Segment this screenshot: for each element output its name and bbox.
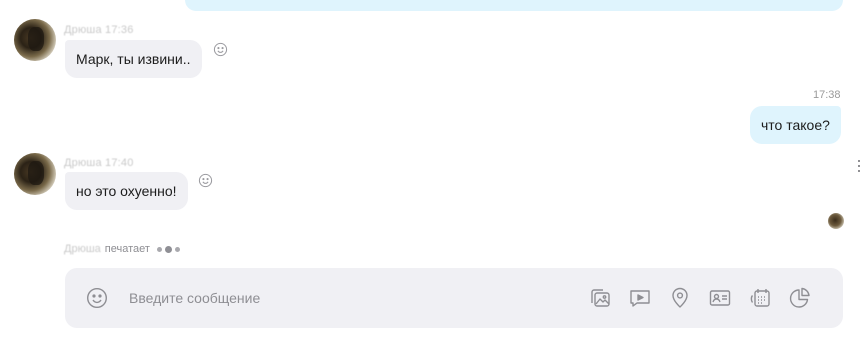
sender-name-time: Дрюша 17:36	[64, 24, 134, 36]
message-bubble-incoming[interactable]: Марк, ты извини..	[65, 40, 202, 78]
typing-user: Дрюша	[64, 243, 101, 255]
message-time: 17:38	[813, 89, 841, 101]
smile-icon[interactable]	[198, 173, 213, 188]
typing-dots-icon	[156, 245, 180, 253]
read-receipt-avatar	[828, 213, 844, 229]
emoji-icon[interactable]	[86, 287, 108, 309]
more-options-icon[interactable]	[857, 160, 861, 174]
message-composer	[65, 268, 843, 328]
message-text: Марк, ты извини..	[76, 51, 191, 67]
photo-icon[interactable]	[588, 286, 612, 310]
typing-indicator: Дрюша печатает	[64, 243, 180, 255]
typing-label: печатает	[104, 243, 150, 255]
location-icon[interactable]	[668, 286, 692, 310]
previous-outgoing-bubble	[185, 0, 843, 11]
message-bubble-outgoing[interactable]: что такое?	[750, 106, 841, 144]
contact-card-icon[interactable]	[708, 286, 732, 310]
message-input[interactable]	[129, 286, 569, 310]
message-bubble-incoming[interactable]: но это охуенно!	[65, 172, 188, 210]
message-text: что такое?	[761, 117, 830, 133]
smile-icon[interactable]	[213, 42, 228, 57]
sender-avatar[interactable]	[14, 153, 56, 195]
sender-avatar[interactable]	[14, 19, 56, 61]
poll-chart-icon[interactable]	[788, 286, 812, 310]
video-icon[interactable]	[628, 286, 652, 310]
calendar-icon[interactable]	[748, 286, 772, 310]
sender-name-time: Дрюша 17:40	[64, 157, 134, 169]
message-text: но это охуенно!	[76, 183, 177, 199]
